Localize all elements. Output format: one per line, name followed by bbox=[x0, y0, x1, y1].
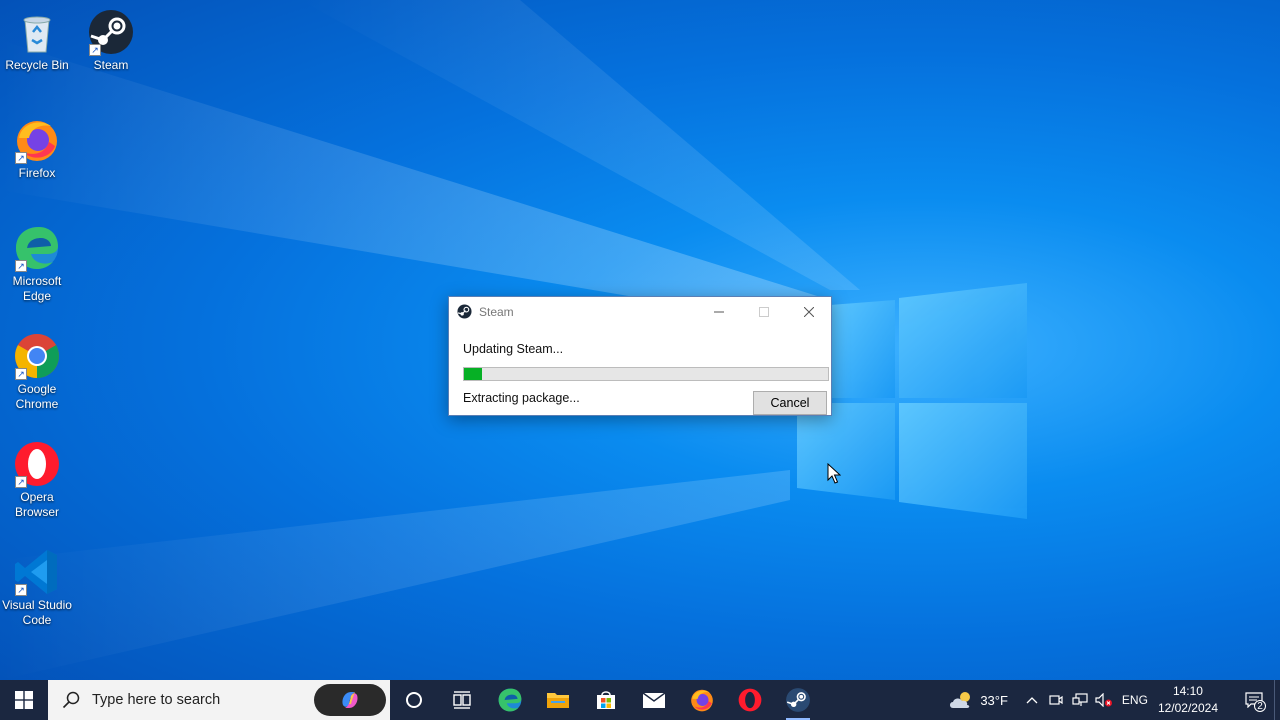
taskbar-microsoft-store[interactable] bbox=[582, 680, 630, 720]
desktop-icon-recycle-bin[interactable]: Recycle Bin bbox=[0, 8, 74, 73]
shortcut-arrow-icon: ↗ bbox=[15, 368, 27, 380]
vscode-icon: ↗ bbox=[13, 548, 61, 596]
meet-now-icon bbox=[1049, 695, 1063, 705]
desktop-icon-label: Firefox bbox=[18, 166, 56, 180]
update-substatus-text: Extracting package... bbox=[463, 391, 580, 405]
volume-muted-icon bbox=[1095, 693, 1112, 707]
desktop-icon-label: Recycle Bin bbox=[5, 58, 69, 72]
desktop-icon-label: Opera Browser bbox=[14, 490, 59, 519]
show-desktop-button[interactable] bbox=[1274, 680, 1280, 720]
desktop-icon-edge[interactable]: ↗ Microsoft Edge bbox=[0, 224, 74, 304]
minimize-button[interactable] bbox=[696, 297, 741, 326]
update-progress-bar bbox=[463, 367, 829, 381]
recycle-bin-icon bbox=[13, 8, 61, 56]
shortcut-arrow-icon: ↗ bbox=[89, 44, 101, 56]
clock-date: 12/02/2024 bbox=[1157, 701, 1218, 715]
steam-icon: ↗ bbox=[87, 8, 135, 56]
desktop-icon-label: Visual Studio Code bbox=[2, 598, 72, 627]
taskbar-firefox[interactable] bbox=[678, 680, 726, 720]
chevron-up-icon bbox=[1026, 697, 1038, 704]
show-hidden-icons-button[interactable] bbox=[1020, 680, 1044, 720]
system-tray: 33°F ENG 14:10 12/02/2024 2 bbox=[948, 680, 1280, 720]
taskbar-mail[interactable] bbox=[630, 680, 678, 720]
firefox-icon: ↗ bbox=[13, 116, 61, 164]
maximize-icon bbox=[758, 306, 769, 317]
taskbar: Type here to search 33°F ENG 14:10 12/02… bbox=[0, 680, 1280, 720]
shortcut-arrow-icon: ↗ bbox=[15, 152, 27, 164]
clock-time: 14:10 bbox=[1172, 684, 1203, 698]
cloudy-weather-icon bbox=[950, 692, 971, 708]
steam-icon bbox=[786, 688, 810, 712]
shortcut-arrow-icon: ↗ bbox=[15, 260, 27, 272]
desktop-icon-label: Steam bbox=[93, 58, 129, 72]
desktop-icon-chrome[interactable]: ↗ Google Chrome bbox=[0, 332, 74, 412]
firefox-icon bbox=[691, 689, 713, 712]
desktop-icon-vscode[interactable]: ↗ Visual Studio Code bbox=[0, 548, 74, 628]
search-placeholder: Type here to search bbox=[92, 692, 221, 708]
desktop-icon-steam[interactable]: ↗ Steam bbox=[74, 8, 148, 73]
action-center-button[interactable]: 2 bbox=[1234, 680, 1274, 720]
clock[interactable]: 14:10 12/02/2024 bbox=[1158, 683, 1218, 717]
network-button[interactable] bbox=[1068, 680, 1092, 720]
folder-icon bbox=[547, 693, 569, 708]
tray-device-icon[interactable] bbox=[1044, 680, 1068, 720]
task-view-icon bbox=[453, 691, 471, 709]
notification-count-badge: 2 bbox=[1254, 700, 1266, 712]
taskbar-opera[interactable] bbox=[726, 680, 774, 720]
desktop-icon-firefox[interactable]: ↗ Firefox bbox=[0, 116, 74, 181]
start-button[interactable] bbox=[0, 680, 48, 720]
close-icon bbox=[803, 306, 814, 317]
network-icon bbox=[1072, 693, 1088, 706]
cortana-circle-icon bbox=[406, 692, 422, 708]
edge-icon bbox=[498, 688, 522, 712]
taskbar-file-explorer[interactable] bbox=[534, 680, 582, 720]
desktop-icon-label: Google Chrome bbox=[15, 382, 59, 411]
close-button[interactable] bbox=[786, 297, 831, 326]
mouse-cursor-icon bbox=[827, 463, 841, 484]
cancel-button[interactable]: Cancel bbox=[753, 391, 827, 415]
taskbar-edge[interactable] bbox=[486, 680, 534, 720]
mail-icon bbox=[642, 692, 666, 708]
opera-icon: ↗ bbox=[13, 440, 61, 488]
store-icon bbox=[597, 691, 615, 709]
copilot-button[interactable] bbox=[314, 684, 386, 716]
desktop-icon-label: Microsoft Edge bbox=[12, 274, 62, 303]
input-language[interactable]: ENG bbox=[1122, 693, 1148, 707]
weather-temperature: 33°F bbox=[980, 692, 1008, 708]
taskbar-steam[interactable] bbox=[774, 680, 822, 720]
task-view-button[interactable] bbox=[438, 680, 486, 720]
opera-icon bbox=[738, 688, 762, 712]
dialog-title: Steam bbox=[479, 304, 514, 319]
steam-icon bbox=[457, 304, 472, 319]
edge-icon: ↗ bbox=[13, 224, 61, 272]
maximize-button[interactable] bbox=[741, 297, 786, 326]
taskbar-search-box[interactable]: Type here to search bbox=[48, 680, 390, 720]
copilot-icon bbox=[342, 692, 358, 708]
shortcut-arrow-icon: ↗ bbox=[15, 476, 27, 488]
progress-fill bbox=[464, 368, 483, 380]
windows-logo-icon bbox=[15, 691, 33, 709]
search-icon bbox=[62, 691, 80, 709]
chrome-icon: ↗ bbox=[13, 332, 61, 380]
volume-button[interactable] bbox=[1092, 680, 1116, 720]
minimize-icon bbox=[713, 311, 724, 312]
shortcut-arrow-icon: ↗ bbox=[15, 584, 27, 596]
desktop-icon-opera[interactable]: ↗ Opera Browser bbox=[0, 440, 74, 520]
steam-update-dialog: Steam Updating Steam... Extracting packa… bbox=[448, 296, 832, 416]
weather-widget[interactable]: 33°F bbox=[948, 690, 1008, 710]
update-status-text: Updating Steam... bbox=[463, 342, 564, 356]
cortana-button[interactable] bbox=[390, 680, 438, 720]
